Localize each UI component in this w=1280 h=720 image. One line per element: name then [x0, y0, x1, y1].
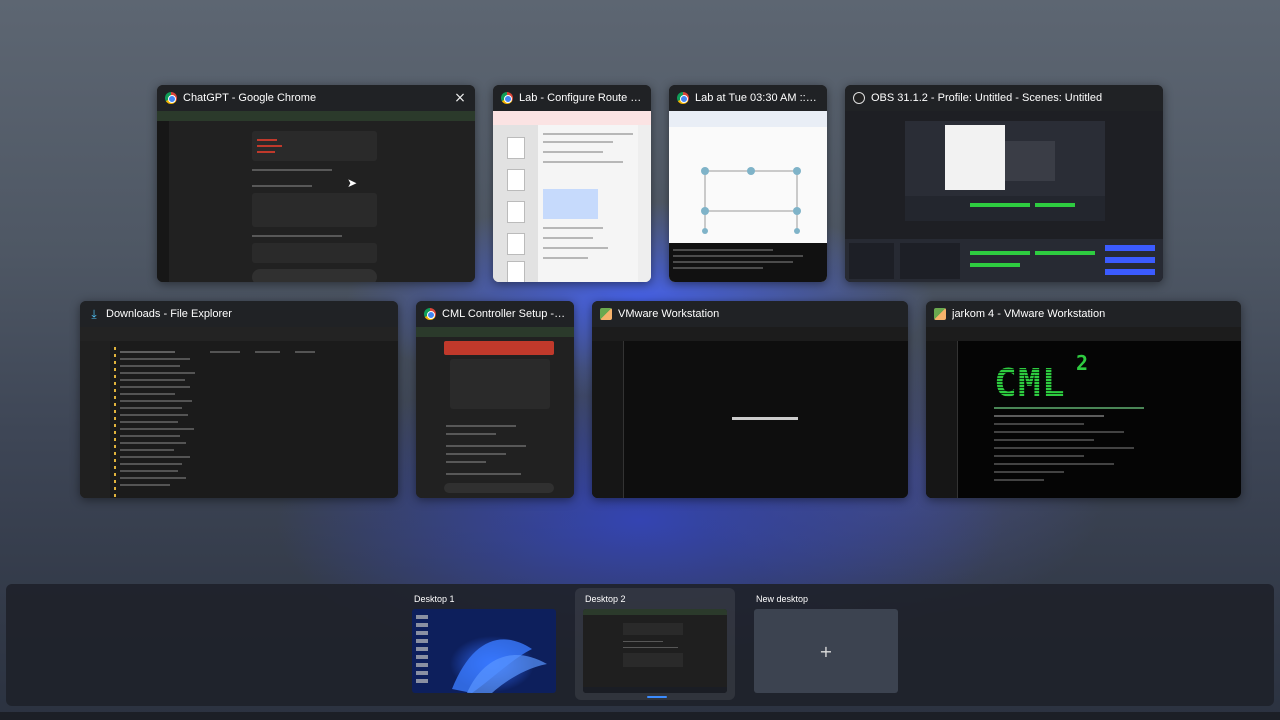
window-titlebar: CML Controller Setup - Google...: [416, 301, 574, 327]
task-window-vmware[interactable]: VMware Workstation: [592, 301, 908, 498]
desktop-label: New desktop: [756, 594, 809, 604]
vmware-icon: [934, 308, 946, 320]
window-preview: [416, 327, 574, 498]
new-desktop[interactable]: New desktop +: [746, 588, 906, 700]
chrome-icon: [677, 92, 689, 104]
window-preview: [845, 111, 1163, 282]
window-preview: ➤: [157, 111, 475, 282]
desktop-label: Desktop 1: [414, 594, 455, 604]
task-window-chatgpt[interactable]: ChatGPT - Google Chrome × ➤: [157, 85, 475, 282]
window-title: CML Controller Setup - Google...: [442, 308, 566, 320]
close-icon[interactable]: ×: [453, 91, 467, 105]
window-titlebar: ⤓ Downloads - File Explorer: [80, 301, 398, 327]
desktop-2[interactable]: Desktop 2: [575, 588, 735, 700]
desktop-label: Desktop 2: [585, 594, 626, 604]
window-titlebar: OBS 31.1.2 - Profile: Untitled - Scenes:…: [845, 85, 1163, 111]
window-preview: CML 2: [926, 327, 1241, 498]
window-title: VMware Workstation: [618, 308, 720, 320]
window-title: OBS 31.1.2 - Profile: Untitled - Scenes:…: [871, 92, 1103, 104]
window-titlebar: jarkom 4 - VMware Workstation: [926, 301, 1241, 327]
window-titlebar: VMware Workstation: [592, 301, 908, 327]
task-window-cml-setup[interactable]: CML Controller Setup - Google...: [416, 301, 574, 498]
window-preview: [80, 327, 398, 498]
window-title: jarkom 4 - VMware Workstation: [952, 308, 1106, 320]
chrome-icon: [501, 92, 513, 104]
desktop-thumbnail: [412, 609, 556, 693]
window-preview: [592, 327, 908, 498]
task-window-obs[interactable]: OBS 31.1.2 - Profile: Untitled - Scenes:…: [845, 85, 1163, 282]
window-titlebar: Lab - Configure Route Redistrib...: [493, 85, 651, 111]
download-icon: ⤓: [91, 307, 97, 321]
window-title: Lab - Configure Route Redistrib...: [519, 92, 643, 104]
new-desktop-button[interactable]: +: [754, 609, 898, 693]
obs-icon: [853, 92, 865, 104]
task-window-file-explorer[interactable]: ⤓ Downloads - File Explorer: [80, 301, 398, 498]
window-title: ChatGPT - Google Chrome: [183, 92, 317, 104]
taskbar: [0, 712, 1280, 720]
window-preview: [669, 111, 827, 282]
window-titlebar: Lab at Tue 03:30 AM :: CML² - G...: [669, 85, 827, 111]
window-title: Lab at Tue 03:30 AM :: CML² - G...: [695, 92, 819, 104]
topology-diagram: [701, 167, 801, 234]
cml-logo-superscript: 2: [1076, 351, 1089, 375]
wallpaper-bloom-icon: [452, 639, 547, 693]
chrome-icon: [165, 92, 177, 104]
task-window-cml-lab[interactable]: Lab at Tue 03:30 AM :: CML² - G...: [669, 85, 827, 282]
mouse-cursor-icon: ➤: [347, 176, 358, 190]
vmware-icon: [600, 308, 612, 320]
plus-icon: +: [819, 641, 833, 661]
window-title: Downloads - File Explorer: [106, 308, 232, 320]
chrome-icon: [424, 308, 436, 320]
desktop-thumbnail: [583, 609, 727, 693]
desktop-1[interactable]: Desktop 1: [404, 588, 564, 700]
cml-logo: CML: [994, 361, 1066, 405]
window-preview: [493, 111, 651, 282]
task-window-lab-route[interactable]: Lab - Configure Route Redistrib...: [493, 85, 651, 282]
task-window-jarkom4[interactable]: jarkom 4 - VMware Workstation CML 2: [926, 301, 1241, 498]
window-titlebar: ChatGPT - Google Chrome ×: [157, 85, 475, 111]
